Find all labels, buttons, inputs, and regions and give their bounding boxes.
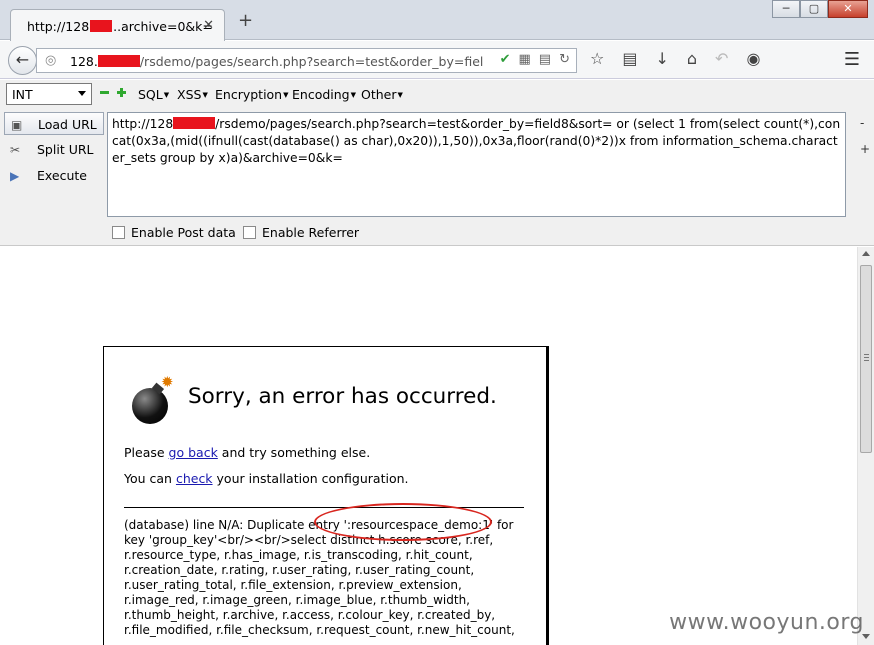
browser-tab[interactable]: http://128 ..archive=0&k= ✕: [10, 9, 225, 41]
page-content: ✹ Sorry, an error has occurred. Please g…: [0, 247, 874, 645]
menu-sql[interactable]: SQL▼: [138, 87, 169, 102]
globe-icon: ◎: [45, 53, 57, 68]
hackbar-toolbar: INT SQL▼ XSS▼ Encryption▼ Encoding▼ Othe…: [0, 80, 874, 110]
scrollbar-thumb[interactable]: [860, 265, 872, 453]
redaction-mark: [90, 20, 113, 32]
close-tab-icon[interactable]: ✕: [203, 18, 214, 33]
annotation-circle: [314, 503, 492, 541]
addon-icon[interactable]: ◉: [746, 49, 760, 68]
go-back-link[interactable]: go back: [169, 445, 218, 460]
url-textarea[interactable]: http://128/rsdemo/pages/search.php?searc…: [107, 112, 846, 217]
enable-post-checkbox[interactable]: Enable Post data: [112, 225, 236, 240]
execute-button[interactable]: ▶ Execute: [4, 164, 104, 187]
menu-xss[interactable]: XSS▼: [177, 87, 208, 102]
redaction-mark: [97, 55, 140, 67]
checkbox[interactable]: [112, 226, 125, 239]
checkbox[interactable]: [243, 226, 256, 239]
shrink-button[interactable]: -: [860, 116, 864, 130]
qr-icon[interactable]: ▦: [519, 52, 531, 67]
load-icon: ▣: [11, 118, 23, 132]
new-tab-button[interactable]: +: [238, 12, 253, 30]
menu-other[interactable]: Other▼: [361, 87, 403, 102]
reload-icon[interactable]: ↻: [559, 52, 570, 67]
url-bar-icons: ✔ ▦ ▤ ↻: [500, 52, 570, 67]
window-controls: ─ ▢ ✕: [772, 0, 868, 18]
error-title: Sorry, an error has occurred.: [188, 384, 497, 409]
play-icon: ▶: [10, 169, 20, 183]
tab-strip: http://128 ..archive=0&k= ✕ + ─ ▢ ✕: [0, 0, 874, 41]
split-url-button[interactable]: ✂ Split URL: [4, 138, 104, 161]
shield-icon[interactable]: ✔: [500, 52, 511, 67]
go-back-line: Please go back and try something else.: [124, 445, 371, 460]
error-detail: (database) line N/A: Duplicate entry ':r…: [124, 518, 515, 637]
back-icon[interactable]: ←: [8, 46, 37, 75]
menu-encoding[interactable]: Encoding▼: [292, 87, 356, 102]
type-select[interactable]: INT: [6, 83, 92, 105]
scroll-up-icon[interactable]: [862, 251, 870, 256]
close-window-button[interactable]: ✕: [828, 0, 868, 18]
url-text: 128./rsdemo/pages/search.php?search=test…: [70, 54, 484, 69]
redaction-mark: [173, 117, 216, 129]
chevron-down-icon: [78, 91, 86, 96]
vertical-scrollbar[interactable]: [857, 247, 874, 645]
watermark: www.wooyun.org: [669, 610, 864, 635]
scissors-icon: ✂: [10, 143, 21, 157]
check-config-line: You can check your installation configur…: [124, 471, 409, 486]
toolbar-icons: ☆ ▤ ↓ ⌂ ↶ ◉: [590, 49, 760, 68]
bomb-icon: ✹: [129, 373, 174, 424]
tab-title: http://128 ..archive=0&k=: [27, 19, 213, 34]
menu-icon[interactable]: ☰: [844, 49, 860, 70]
grow-button[interactable]: +: [860, 142, 870, 156]
maximize-button[interactable]: ▢: [800, 0, 828, 18]
load-url-button[interactable]: ▣ Load URL: [4, 112, 104, 135]
url-bar[interactable]: ◎ 128./rsdemo/pages/search.php?search=te…: [36, 48, 577, 73]
undo-icon[interactable]: ↶: [715, 49, 728, 68]
home-icon[interactable]: ⌂: [687, 49, 697, 68]
reader-icon[interactable]: ▤: [539, 52, 551, 67]
star-icon[interactable]: ☆: [590, 49, 604, 68]
error-box: ✹ Sorry, an error has occurred. Please g…: [103, 346, 549, 645]
check-link[interactable]: check: [176, 471, 213, 486]
plus-icon[interactable]: [117, 88, 126, 97]
menu-encryption[interactable]: Encryption▼: [215, 87, 289, 102]
bookmarks-icon[interactable]: ▤: [622, 49, 637, 68]
minus-icon[interactable]: [100, 88, 109, 97]
download-icon[interactable]: ↓: [655, 49, 668, 68]
navigation-bar: ← ◎ 128./rsdemo/pages/search.php?search=…: [0, 41, 874, 79]
enable-referrer-checkbox[interactable]: Enable Referrer: [243, 225, 359, 240]
hackbar-panel: ▣ Load URL ✂ Split URL ▶ Execute http://128…: [0, 110, 874, 246]
minimize-button[interactable]: ─: [772, 0, 800, 18]
